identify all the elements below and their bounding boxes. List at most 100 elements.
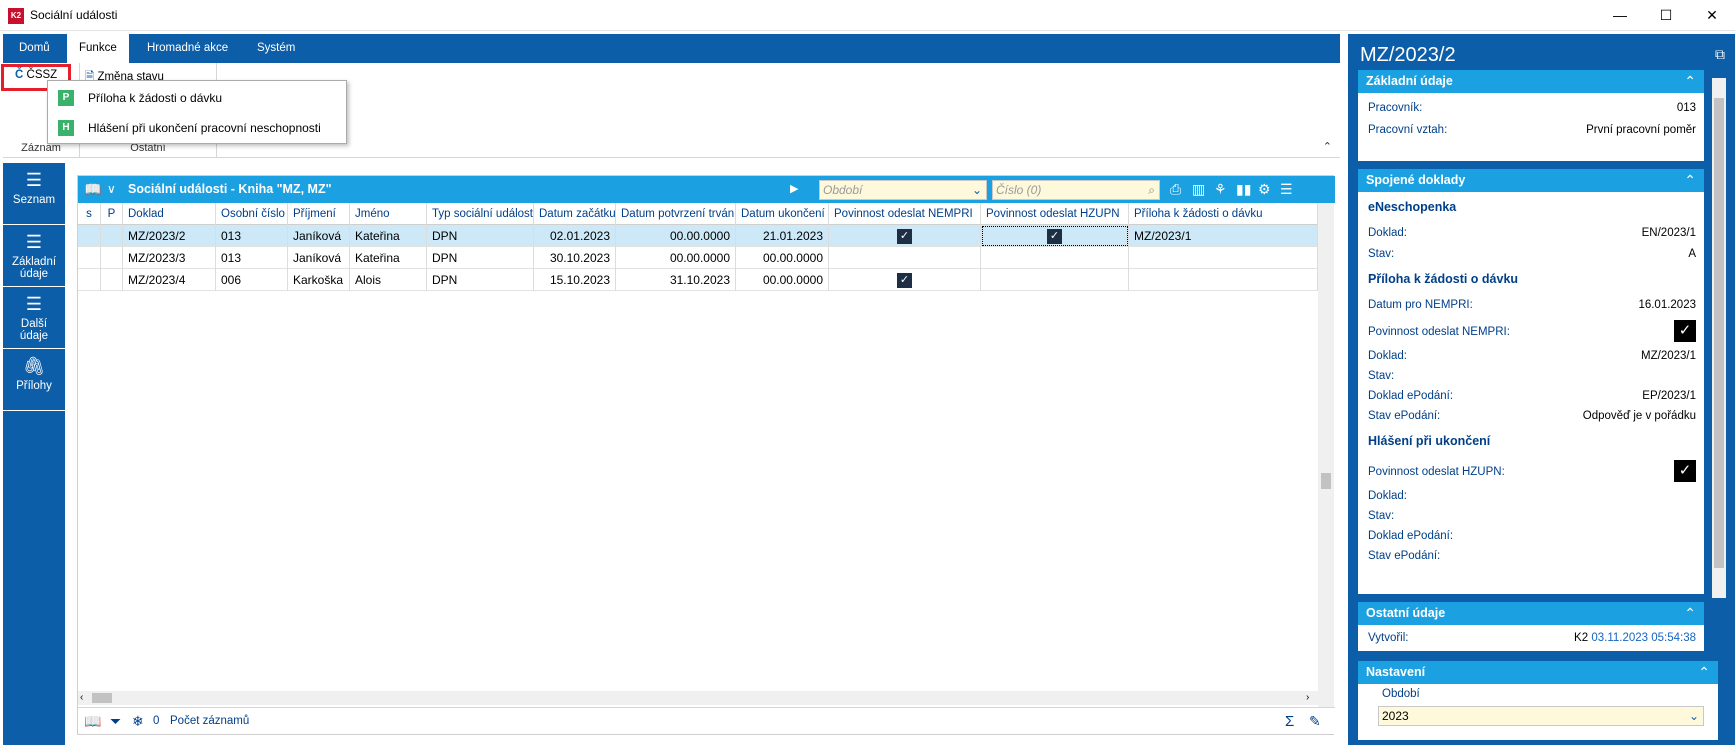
field-p-stav: Stav: [1368, 367, 1696, 385]
checkbox-checked-icon[interactable]: ✓ [1047, 229, 1062, 245]
cell-priloha [1129, 247, 1318, 269]
column-headers: s P Doklad Osobní číslo Příjmení Jméno T… [78, 203, 1318, 225]
tab-system[interactable]: Systém [245, 34, 307, 63]
maximize-button[interactable]: ☐ [1643, 0, 1689, 31]
datum-nempri-value: 16.01.2023 [1638, 299, 1696, 311]
splitter[interactable] [1341, 34, 1348, 745]
obdobi-filter[interactable]: Období ⌄ [819, 180, 987, 200]
left-navigation: ☰ Seznam ☰ Základní údaje ☰ Další údaje … [3, 163, 65, 745]
nav-zakladni-udaje[interactable]: ☰ Základní údaje [3, 225, 65, 287]
col-doklad[interactable]: Doklad [123, 203, 216, 225]
edit-icon[interactable]: ✎ [1309, 708, 1321, 735]
col-datum-potvrzeni[interactable]: Datum potvrzení trvání [616, 203, 736, 225]
col-typ[interactable]: Typ sociální události [427, 203, 534, 225]
dropdown-arrow-icon[interactable]: ⌄ [1689, 707, 1699, 725]
menu-item-priloha[interactable]: P Příloha k žádosti o dávku [48, 83, 346, 113]
sum-icon[interactable]: Σ [1285, 708, 1294, 735]
col-jmeno[interactable]: Jméno [350, 203, 427, 225]
grid-header: 📖 ∨ Sociální události - Kniha "MZ, MZ" ▶… [78, 176, 1335, 203]
table-row[interactable]: MZ/2023/2 013 Janíková Kateřina DPN 02.0… [78, 225, 1318, 247]
col-datum-zacatku[interactable]: Datum začátku [534, 203, 616, 225]
scroll-thumb[interactable] [1321, 473, 1331, 489]
nav-seznam[interactable]: ☰ Seznam [3, 163, 65, 225]
col-osobni-cislo[interactable]: Osobní číslo [216, 203, 288, 225]
cell-hzupn[interactable]: ✓ [981, 225, 1129, 247]
section-spojene-doklady[interactable]: Spojené doklady ⌃ [1358, 169, 1704, 192]
collapse-ribbon-icon[interactable]: ⌃ [1323, 140, 1332, 153]
cell-hzupn[interactable] [981, 269, 1129, 291]
tab-hromadne-akce[interactable]: Hromadné akce [135, 34, 240, 63]
col-s[interactable]: s [78, 203, 101, 225]
minimize-button[interactable]: — [1597, 0, 1643, 31]
section-nastaveni[interactable]: Nastavení ⌃ [1358, 661, 1718, 684]
search-icon[interactable]: ⌕ [1148, 181, 1155, 199]
table-row[interactable]: MZ/2023/4 006 Karkoška Alois DPN 15.10.2… [78, 269, 1318, 291]
cell-s [78, 225, 101, 247]
external-link-icon[interactable]: ⧉ [1715, 46, 1725, 63]
grid-status-bar: 📖 ⏷ ❄ 0 Počet záznamů Σ ✎ [78, 707, 1335, 734]
tab-domu[interactable]: Domů [7, 34, 62, 63]
book-icon[interactable]: 📖 [84, 708, 101, 735]
nav-prilohy-label: Přílohy [16, 380, 52, 392]
hierarchy-icon[interactable]: ⚘ [1214, 176, 1227, 203]
filter-icon[interactable]: ⏷ [110, 708, 121, 735]
book-icon[interactable]: 📖 [84, 176, 101, 203]
p-stav-epodani-label: Stav ePodání: [1368, 410, 1441, 422]
barcode-icon[interactable]: ▮▮ [1236, 176, 1251, 203]
menu-icon[interactable]: ☰ [1280, 176, 1293, 203]
cell-priloha [1129, 269, 1318, 291]
collapse-icon[interactable]: ⌃ [1684, 70, 1696, 93]
collapse-icon[interactable]: ⌃ [1684, 169, 1696, 192]
col-p[interactable]: P [101, 203, 123, 225]
checkbox-checked-icon[interactable]: ✓ [1674, 320, 1696, 342]
scroll-thumb[interactable] [1714, 98, 1724, 568]
cell-osobni-cislo: 013 [216, 247, 288, 269]
collapse-icon[interactable]: ⌃ [1698, 661, 1710, 684]
vytvoril-value: K2 03.11.2023 05:54:38 [1574, 629, 1696, 647]
vytvoril-datum: 03.11.2023 05:54:38 [1591, 632, 1696, 644]
snowflake-icon[interactable]: ❄ [132, 708, 144, 735]
cell-prijmeni: Janíková [288, 247, 350, 269]
scroll-thumb[interactable] [92, 693, 112, 703]
list-icon: ☰ [25, 232, 43, 252]
section-zakladni-udaje[interactable]: Základní údaje ⌃ [1358, 70, 1704, 93]
field-p-doklad: Doklad: MZ/2023/1 [1368, 347, 1696, 365]
cell-nempri[interactable]: ✓ [829, 269, 981, 291]
app-logo-icon: K2 [8, 8, 24, 24]
section-ostatni-udaje[interactable]: Ostatní údaje ⌃ [1358, 602, 1704, 625]
grid-vertical-scrollbar[interactable] [1318, 203, 1334, 733]
cell-nempri[interactable] [829, 247, 981, 269]
collapse-icon[interactable]: ⌃ [1684, 602, 1696, 625]
col-priloha[interactable]: Příloha k žádosti o dávku [1129, 203, 1318, 225]
dropdown-arrow-icon[interactable]: ⌄ [972, 181, 982, 199]
scroll-right-icon[interactable]: › [1306, 691, 1309, 705]
chart-icon[interactable]: ▥ [1192, 176, 1205, 203]
gear-icon[interactable]: ⚙ [1258, 176, 1271, 203]
checkbox-checked-icon[interactable]: ✓ [1674, 460, 1696, 482]
detail-panel: MZ/2023/2 ⧉ Základní údaje ⌃ Pracovník: … [1348, 34, 1735, 745]
detail-vertical-scrollbar[interactable] [1712, 78, 1726, 598]
checkbox-checked-icon[interactable]: ✓ [897, 273, 912, 289]
grid-horizontal-scrollbar[interactable]: ‹ › [78, 691, 1318, 705]
col-datum-ukonceni[interactable]: Datum ukončení [736, 203, 829, 225]
menu-item-hlaseni[interactable]: H Hlášení při ukončení pracovní neschopn… [48, 113, 346, 143]
close-button[interactable]: ✕ [1689, 0, 1735, 31]
table-row[interactable]: MZ/2023/3 013 Janíková Kateřina DPN 30.1… [78, 247, 1318, 269]
nav-dalsi-udaje[interactable]: ☰ Další údaje [3, 287, 65, 349]
cell-doklad: MZ/2023/2 [123, 225, 216, 247]
tab-funkce[interactable]: Funkce [67, 34, 129, 63]
checkbox-checked-icon[interactable]: ✓ [897, 229, 912, 245]
scroll-left-icon[interactable]: ‹ [80, 691, 83, 705]
cell-hzupn[interactable] [981, 247, 1129, 269]
print-icon[interactable]: ⎙ [1170, 176, 1181, 203]
col-povinnost-nempri[interactable]: Povinnost odeslat NEMPRI [829, 203, 981, 225]
play-icon[interactable]: ▶ [790, 176, 798, 203]
cell-osobni-cislo: 006 [216, 269, 288, 291]
cell-nempri[interactable]: ✓ [829, 225, 981, 247]
cislo-search[interactable]: Číslo (0) ⌕ [992, 180, 1160, 200]
col-prijmeni[interactable]: Příjmení [288, 203, 350, 225]
col-povinnost-hzupn[interactable]: Povinnost odeslat HZUPN [981, 203, 1129, 225]
obdobi-select[interactable]: 2023 ⌄ [1378, 706, 1704, 726]
nav-prilohy[interactable]: 🖇 Přílohy [3, 349, 65, 411]
chevron-down-icon[interactable]: ∨ [107, 176, 116, 203]
